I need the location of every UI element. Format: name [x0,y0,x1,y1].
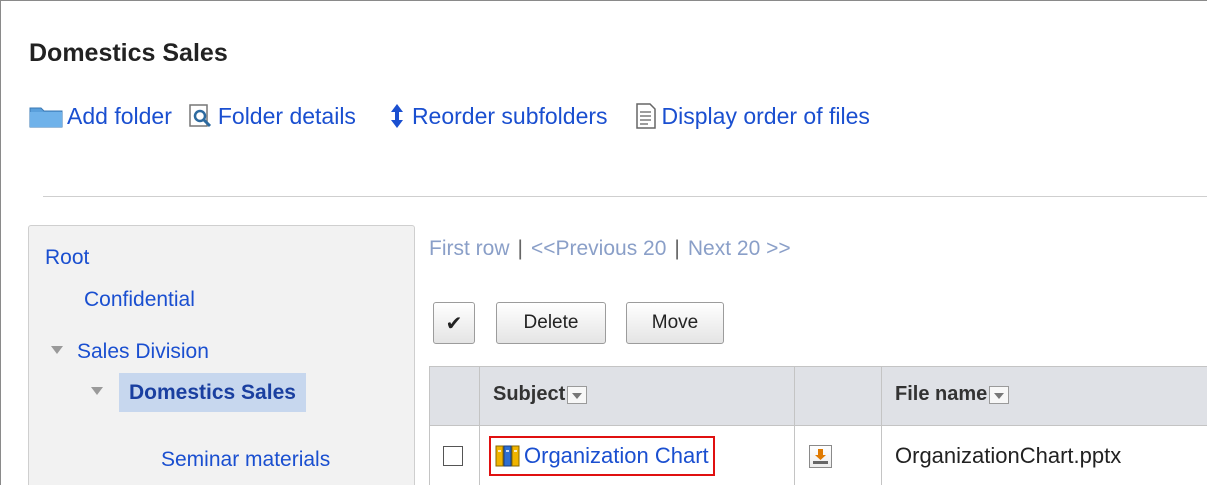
table-row-filename-cell: OrganizationChart.pptx [895,426,1121,485]
binder-icon [495,444,521,468]
column-divider [479,366,480,485]
reorder-subfolders-link[interactable]: Reorder subfolders [372,103,608,130]
tree-item-root[interactable]: Root [45,246,89,270]
move-button[interactable]: Move [626,302,724,344]
column-divider [429,366,430,485]
file-table: Subject File name Organization Chart Org… [429,366,1207,485]
subject-link-label: Organization Chart [524,443,709,468]
add-folder-link[interactable]: Add folder [29,103,172,130]
divider [43,196,1207,197]
folder-toolbar: Add folder Folder details Reorder subfol… [29,99,886,133]
add-folder-label: Add folder [67,102,172,129]
tree-item-sales-division-label: Sales Division [77,340,209,363]
page-frame: Domestics Sales Add folder Folder detail… [0,0,1207,485]
magnifier-icon [188,103,214,129]
sort-dropdown-icon[interactable] [989,385,1010,404]
table-row-download-cell [809,426,832,485]
pager-separator: | [517,237,523,260]
tree-item-seminar-materials[interactable]: Seminar materials [161,448,330,472]
expanded-arrow-icon[interactable] [91,387,103,396]
folder-icon [29,104,63,128]
page-title: Domestics Sales [29,39,228,67]
file-name-text: OrganizationChart.pptx [895,443,1122,468]
document-icon [634,103,658,129]
tree-item-confidential[interactable]: Confidential [84,288,195,312]
subject-link[interactable]: Organization Chart [489,436,715,476]
select-all-button[interactable]: ✔ [433,302,475,344]
tree-item-domestics-sales-label: Domestics Sales [119,373,306,412]
tree-item-sales-division[interactable]: Sales Division [51,340,209,364]
pagination: First row | <<Previous 20 | Next 20 >> [429,237,791,261]
folder-details-link[interactable]: Folder details [188,103,356,130]
first-row-link[interactable]: First row [429,237,510,260]
sort-dropdown-icon[interactable] [567,385,588,404]
subject-column-header[interactable]: Subject [493,383,588,406]
reorder-subfolders-label: Reorder subfolders [411,102,608,129]
subject-column-label: Subject [493,383,566,405]
file-name-column-header[interactable]: File name [895,383,1010,406]
delete-button[interactable]: Delete [496,302,606,344]
pager-separator: | [674,237,680,260]
column-divider [794,366,795,485]
tree-item-domestics-sales[interactable]: Domestics Sales [91,373,306,412]
folder-tree: Root Confidential Sales Division Domesti… [28,225,415,485]
up-down-arrow-icon [390,103,404,129]
column-divider [881,366,882,485]
expanded-arrow-icon[interactable] [51,346,63,355]
display-order-link[interactable]: Display order of files [624,103,870,130]
row-checkbox[interactable] [443,446,463,466]
next-page-link[interactable]: Next 20 >> [688,237,791,260]
file-name-column-label: File name [895,383,988,405]
display-order-label: Display order of files [661,102,870,129]
table-row-subject-cell: Organization Chart [489,426,715,485]
previous-page-link[interactable]: <<Previous 20 [531,237,666,260]
table-row-checkbox-cell [443,426,463,485]
folder-details-label: Folder details [217,102,356,129]
download-icon[interactable] [809,444,832,468]
